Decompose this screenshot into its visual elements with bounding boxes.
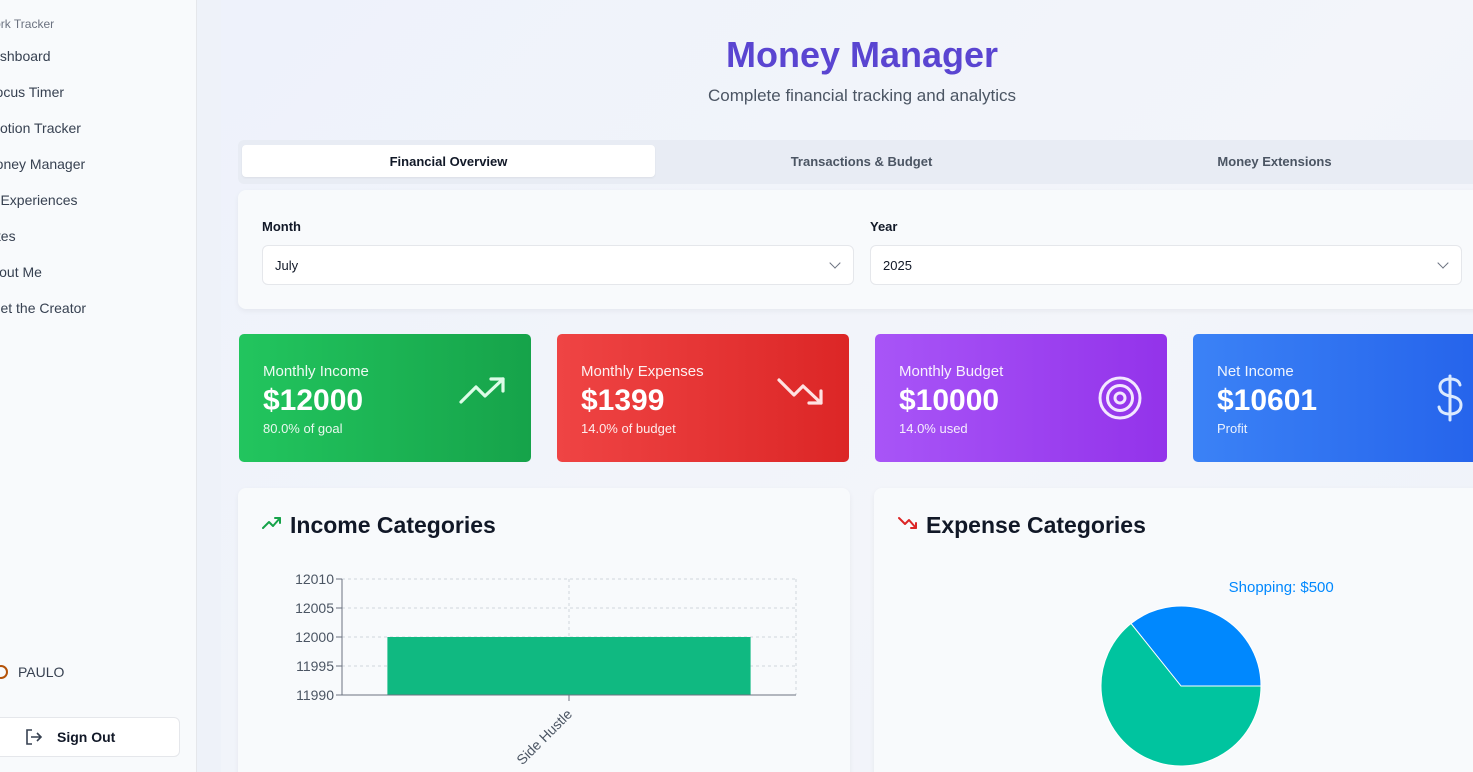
year-select[interactable]: 2025 (870, 245, 1462, 285)
trending-up-icon (459, 377, 505, 404)
card-value: $12000 (263, 384, 364, 417)
y-tick-label: 11995 (296, 658, 334, 674)
card-label: Net Income (1217, 363, 1294, 380)
card-value: $10000 (899, 384, 1000, 417)
y-tick-label: 12000 (295, 629, 334, 645)
y-tick-label: 12010 (295, 571, 334, 587)
year-label: Year (870, 219, 898, 234)
sign-out-label: Sign Out (57, 729, 116, 745)
filters-panel: Month July Year 2025 (238, 190, 1473, 309)
month-label: Month (262, 219, 301, 234)
sidebar-item-emotion-tracker[interactable]: Emotion Tracker (0, 120, 81, 136)
main-content: Money Manager Complete financial trackin… (221, 0, 1473, 772)
sign-out-button[interactable]: Sign Out (0, 717, 180, 757)
net-income-card: Net Income $10601 Profit (1193, 334, 1473, 462)
sidebar-item-notes[interactable]: Notes (0, 228, 16, 244)
user-profile[interactable]: PAULO (0, 664, 64, 680)
card-label: Monthly Expenses (581, 363, 704, 380)
chevron-down-icon (1437, 257, 1449, 269)
username: PAULO (18, 664, 65, 680)
expense-pie-chart: Shopping: $500Bills: $899 (1100, 579, 1334, 767)
budget-card: Monthly Budget $10000 14.0% used (875, 334, 1167, 462)
page-title: Money Manager (725, 34, 999, 75)
card-label: Monthly Income (263, 363, 369, 380)
pie-slice-label: Shopping: $500 (1229, 579, 1334, 596)
year-value: 2025 (883, 257, 912, 273)
card-label: Monthly Budget (899, 363, 1004, 380)
card-value: $10601 (1217, 384, 1318, 417)
sidebar-item-focus-timer[interactable]: Focus Timer (0, 84, 64, 100)
tab-transactions-budget[interactable]: Transactions & Budget (655, 145, 1068, 177)
chevron-down-icon (829, 257, 841, 269)
income-card: Monthly Income $12000 80.0% of goal (239, 334, 531, 462)
tab-money-extensions[interactable]: Money Extensions (1068, 145, 1473, 177)
target-icon (1098, 376, 1142, 420)
card-sub: 80.0% of goal (263, 421, 343, 436)
sidebar-item-money-manager[interactable]: Money Manager (0, 156, 85, 172)
card-sub: 14.0% used (899, 421, 968, 436)
tab-bar: Financial Overview Transactions & Budget… (238, 140, 1473, 184)
income-bar-chart: 11990 11995 12000 12005 12010 Side Hustle (295, 571, 797, 768)
expense-categories-panel: Expense Categories Shopping: $500Bills: … (874, 488, 1473, 772)
sign-out-icon (26, 729, 43, 745)
sidebar-item-about-me[interactable]: About Me (0, 264, 42, 280)
sidebar-item-life-experiences[interactable]: Life Experiences (0, 192, 78, 208)
income-categories-panel: Income Categories 11990 11995 12000 12005 12… (238, 488, 850, 772)
trending-down-icon (777, 378, 823, 405)
page-subtitle: Complete financial tracking and analytic… (707, 86, 1017, 105)
avatar (0, 665, 8, 679)
expenses-card: Monthly Expenses $1399 14.0% of budget (557, 334, 849, 462)
y-tick-label: 11990 (296, 687, 334, 703)
month-value: July (275, 257, 299, 273)
y-tick-label: 12005 (295, 600, 334, 616)
tab-financial-overview[interactable]: Financial Overview (242, 145, 655, 177)
card-value: $1399 (581, 384, 665, 417)
bar[interactable] (387, 637, 751, 695)
sidebar: Work Tracker Dashboard Focus Timer Emoti… (0, 0, 197, 772)
month-select[interactable]: July (262, 245, 854, 285)
sidebar-item-meet-the-creator[interactable]: Meet the Creator (0, 300, 86, 316)
dollar-icon (1437, 374, 1463, 422)
card-sub: Profit (1217, 421, 1248, 436)
sidebar-brand: Work Tracker (0, 17, 55, 31)
sidebar-item-dashboard[interactable]: Dashboard (0, 48, 51, 64)
x-tick-label: Side Hustle (513, 706, 575, 768)
card-sub: 14.0% of budget (581, 421, 676, 436)
